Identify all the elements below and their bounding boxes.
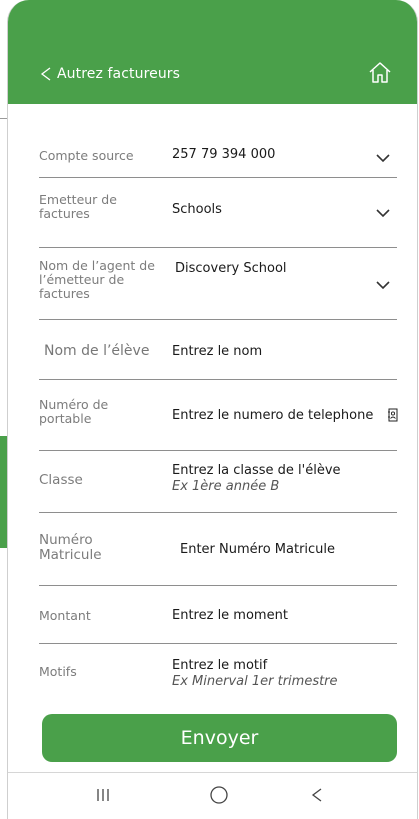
motif-field[interactable]: Motifs Entrez le motif Ex Minerval 1er t… xyxy=(39,644,397,703)
student-name-input[interactable]: Entrez le nom xyxy=(172,343,262,360)
student-name-label: Nom de l’élève xyxy=(44,343,150,359)
chevron-down-icon[interactable] xyxy=(375,280,391,290)
phone-label: Numéro de portable xyxy=(39,397,109,426)
student-name-field[interactable]: Nom de l’élève Entrez le nom xyxy=(39,320,397,380)
phone-input[interactable]: Entrez le numero de telephone xyxy=(172,407,373,424)
motif-hint: Ex Minerval 1er trimestre xyxy=(172,674,338,689)
class-input[interactable]: Entrez la classe de l'élève Ex 1ère anné… xyxy=(172,462,341,495)
motif-placeholder: Entrez le motif xyxy=(172,658,268,673)
source-account-field[interactable]: Compte source 257 79 394 000 xyxy=(39,138,397,178)
contact-book-icon[interactable] xyxy=(387,408,399,422)
header-bar: Autrez factureurs xyxy=(8,0,417,104)
home-circle-icon[interactable] xyxy=(204,783,234,807)
chevron-down-icon[interactable] xyxy=(375,208,391,218)
matricule-input[interactable]: Enter Numéro Matricule xyxy=(180,541,335,558)
background-divider xyxy=(0,118,7,119)
app-screen: Autrez factureurs Compte source 257 79 3… xyxy=(7,0,418,819)
biller-value: Schools xyxy=(172,202,222,217)
biller-agent-field[interactable]: Nom de l’agent de l’émetteur de factures… xyxy=(39,248,397,320)
back-button[interactable]: Autrez factureurs xyxy=(39,62,180,86)
motif-input[interactable]: Entrez le motif Ex Minerval 1er trimestr… xyxy=(172,657,338,690)
biller-agent-value: Discovery School xyxy=(175,261,287,276)
submit-button[interactable]: Envoyer xyxy=(42,714,397,762)
biller-label: Emetteur de factures xyxy=(39,192,117,221)
class-label: Classe xyxy=(39,472,83,488)
background-green-strip xyxy=(0,436,7,548)
biller-field[interactable]: Emetteur de factures Schools xyxy=(39,178,397,248)
system-navbar xyxy=(8,772,417,819)
source-account-label: Compte source xyxy=(39,148,134,163)
source-account-value: 257 79 394 000 xyxy=(172,147,276,162)
chevron-left-icon xyxy=(40,67,51,81)
amount-input[interactable]: Entrez le moment xyxy=(172,607,288,624)
back-label: Autrez factureurs xyxy=(57,66,181,82)
class-hint: Ex 1ère année B xyxy=(172,479,280,494)
class-field[interactable]: Classe Entrez la classe de l'élève Ex 1è… xyxy=(39,451,397,513)
recent-apps-icon[interactable] xyxy=(88,783,118,807)
back-icon[interactable] xyxy=(302,783,332,807)
amount-label: Montant xyxy=(39,608,91,623)
amount-field[interactable]: Montant Entrez le moment xyxy=(39,586,397,644)
matricule-field[interactable]: Numéro Matricule Enter Numéro Matricule xyxy=(39,513,397,586)
chevron-down-icon[interactable] xyxy=(375,153,391,163)
phone-field[interactable]: Numéro de portable Entrez le numero de t… xyxy=(39,380,399,451)
home-icon[interactable] xyxy=(367,60,393,86)
class-placeholder: Entrez la classe de l'élève xyxy=(172,463,341,478)
biller-agent-label: Nom de l’agent de l’émetteur de factures xyxy=(39,258,155,301)
matricule-label: Numéro Matricule xyxy=(39,532,102,563)
motif-label: Motifs xyxy=(39,664,77,679)
